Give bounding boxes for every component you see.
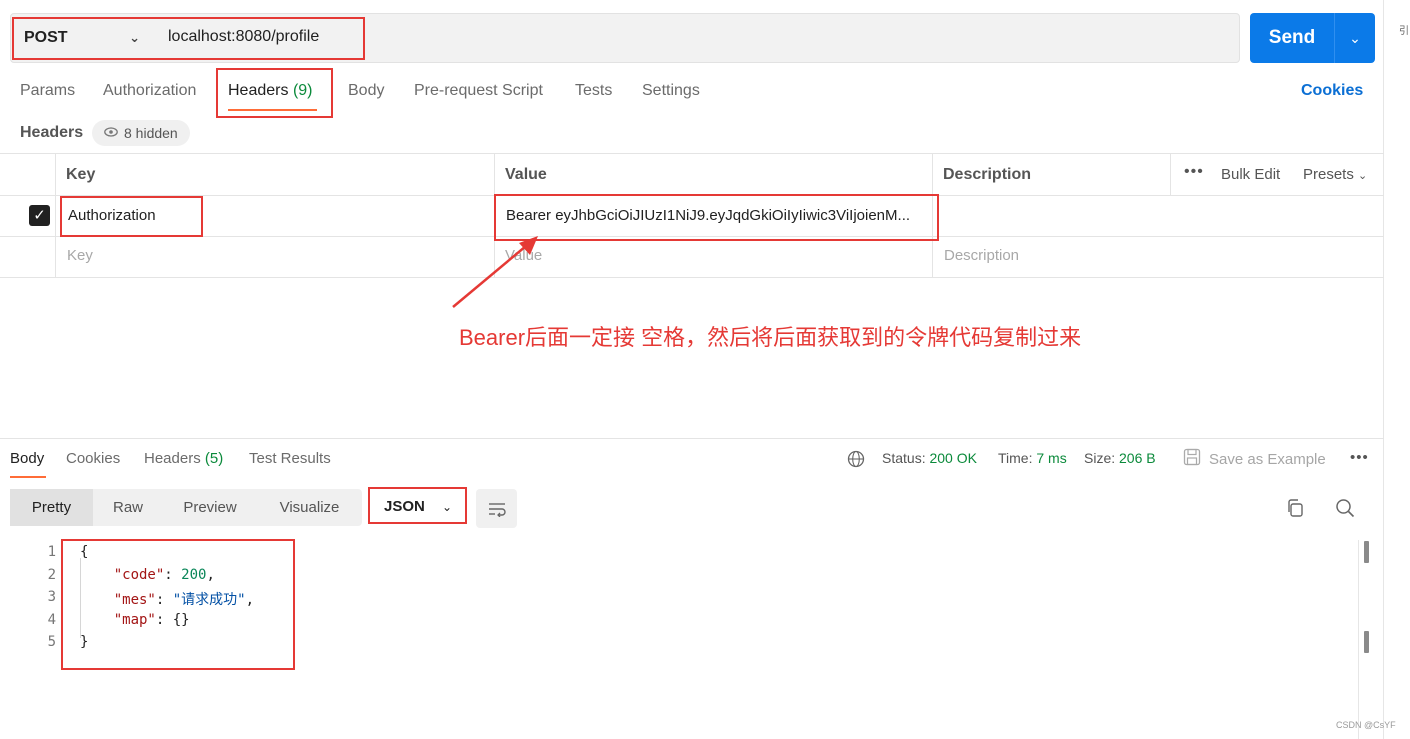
copy-icon[interactable] (1283, 496, 1307, 520)
tab-settings[interactable]: Settings (642, 82, 700, 100)
json-line: { (80, 544, 89, 560)
watermark: CSDN @CsYF (1336, 720, 1396, 730)
header-value-cell[interactable]: Bearer eyJhbGciOiJIUzI1NiJ9.eyJqdGkiOiIy… (506, 207, 930, 224)
view-mode-visualize[interactable]: Visualize (257, 489, 362, 526)
response-size[interactable]: Size: 206 B (1084, 450, 1156, 466)
send-label: Send (1268, 27, 1316, 48)
response-tab-test-results[interactable]: Test Results (249, 450, 331, 467)
active-tab-indicator (228, 109, 317, 111)
annotation-arrow (452, 236, 538, 308)
json-line: } (80, 634, 89, 650)
search-icon[interactable] (1333, 496, 1357, 520)
send-button[interactable]: Send ⌄ (1250, 13, 1375, 63)
hidden-count-label: 8 hidden (124, 125, 178, 141)
scrollbar-track[interactable] (1358, 540, 1359, 739)
table-divider (1170, 153, 1171, 195)
new-key-input[interactable]: Key (67, 247, 93, 264)
format-select[interactable]: JSON ⌄ (370, 489, 466, 524)
globe-icon[interactable] (847, 450, 865, 473)
header-key-cell[interactable]: Authorization (68, 207, 156, 224)
wrap-lines-icon[interactable] (476, 489, 517, 528)
table-divider (932, 153, 933, 277)
response-status[interactable]: Status: 200 OK (882, 450, 977, 466)
line-number: 3 (47, 589, 56, 605)
new-description-input[interactable]: Description (944, 247, 1019, 264)
save-icon (1183, 448, 1201, 470)
json-line: "mes": "请求成功", (113, 592, 255, 608)
scrollbar-thumb[interactable] (1364, 631, 1369, 653)
json-line: "map": {} (113, 612, 190, 628)
scrollbar-thumb[interactable] (1364, 541, 1369, 563)
more-icon[interactable]: ••• (1184, 163, 1204, 181)
tab-pre-request-script[interactable]: Pre-request Script (414, 82, 543, 100)
chevron-down-icon[interactable]: ⌄ (1335, 30, 1375, 47)
column-header-description: Description (943, 166, 1032, 183)
table-divider (55, 153, 56, 277)
chevron-down-icon: ⌄ (441, 499, 452, 514)
tab-body[interactable]: Body (348, 82, 384, 100)
column-header-key: Key (66, 166, 96, 183)
hidden-headers-toggle[interactable]: 8 hidden (92, 120, 190, 146)
table-border (0, 195, 1384, 196)
response-active-tab-indicator (10, 476, 46, 478)
response-tab-cookies[interactable]: Cookies (66, 450, 120, 467)
edge-glyph: 引 (1399, 26, 1409, 37)
format-label: JSON (384, 498, 425, 515)
presets-dropdown[interactable]: Presets ⌄ (1303, 166, 1367, 183)
json-line: "code": 200, (113, 567, 215, 583)
line-number: 1 (47, 544, 56, 560)
chevron-down-icon: ⌄ (129, 30, 140, 45)
annotation-text: Bearer后面一定接 空格，然后将后面获取到的令牌代码复制过来 (459, 325, 1082, 350)
view-mode-pretty[interactable]: Pretty (10, 489, 93, 526)
headers-count: (9) (292, 82, 313, 99)
more-icon[interactable]: ••• (1350, 449, 1369, 466)
url-input[interactable]: localhost:8080/profile (168, 28, 319, 46)
bulk-edit-button[interactable]: Bulk Edit (1221, 166, 1280, 183)
view-mode-preview[interactable]: Preview (163, 489, 257, 526)
view-mode-raw[interactable]: Raw (93, 489, 163, 526)
eye-icon (104, 126, 118, 140)
line-number: 5 (47, 634, 56, 650)
view-mode-segmented: Pretty Raw Preview Visualize (10, 489, 362, 526)
response-tab-headers[interactable]: Headers (5) (144, 450, 223, 467)
line-number: 2 (47, 567, 56, 583)
table-border (0, 153, 1384, 154)
tab-params[interactable]: Params (20, 82, 75, 100)
line-number: 4 (47, 612, 56, 628)
headers-section-title: Headers (20, 124, 84, 141)
tab-tests[interactable]: Tests (575, 82, 612, 100)
tab-authorization[interactable]: Authorization (103, 82, 196, 100)
response-divider (0, 438, 1384, 439)
tab-headers[interactable]: Headers (9) (228, 82, 313, 100)
header-enabled-checkbox[interactable]: ✓ (29, 205, 50, 226)
panel-edge (1383, 0, 1384, 739)
table-border (0, 277, 1384, 278)
save-as-example-button[interactable]: Save as Example (1183, 448, 1326, 470)
chevron-down-icon: ⌄ (1358, 170, 1368, 182)
table-border (0, 236, 1384, 237)
response-tab-body[interactable]: Body (10, 450, 44, 467)
method-label: POST (24, 29, 68, 46)
response-time[interactable]: Time: 7 ms (998, 450, 1067, 466)
column-header-value: Value (505, 166, 547, 183)
cookies-link[interactable]: Cookies (1301, 82, 1363, 100)
method-select[interactable]: POST ⌄ (12, 15, 154, 61)
